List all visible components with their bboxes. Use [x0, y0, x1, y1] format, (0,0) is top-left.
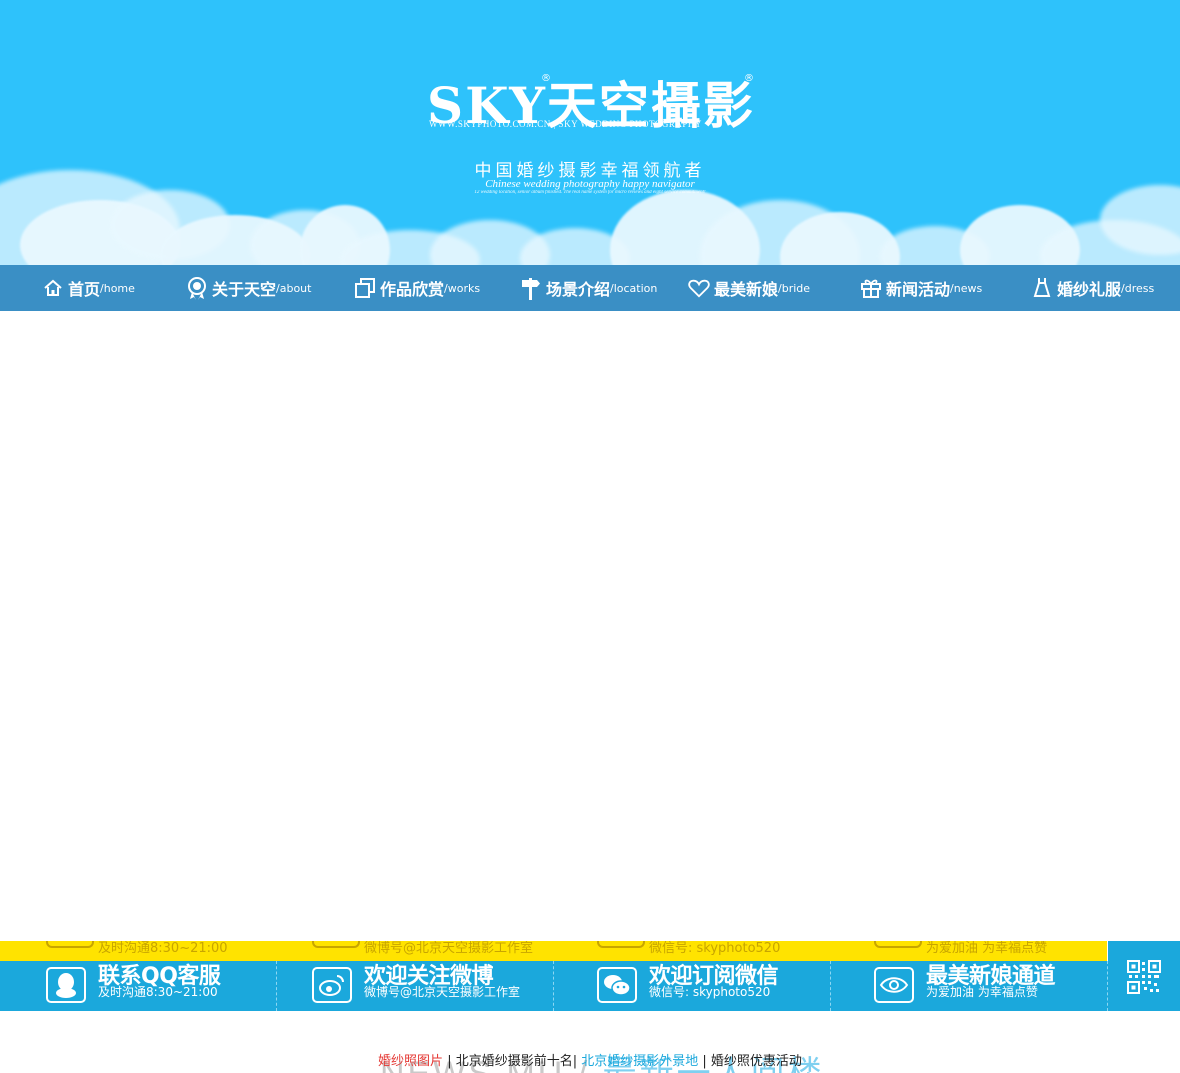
bottom-links: 婚纱照图片 | 北京婚纱摄影前十名| 北京婚纱摄影外景地 | 婚纱照优惠活动 — [0, 1050, 1180, 1069]
weibo-icon — [312, 967, 352, 1003]
header-banner: SKY天空攝影 WWW.SKYPHOTO.COM.CN | SKY WEDDIN… — [0, 0, 1180, 265]
registered-mark-icon: ® — [541, 73, 551, 84]
nav-label: 关于天空 — [212, 280, 277, 299]
nav-label-en: /dress — [1121, 281, 1155, 295]
home-icon — [42, 277, 64, 299]
gallery-icon — [354, 277, 376, 299]
slogan-tagline: 12 wedding location, senior album finish… — [474, 190, 706, 195]
separator: | — [698, 1054, 711, 1069]
slogan-english: Chinese wedding photography happy naviga… — [485, 178, 695, 190]
nav-label: 场景介绍 — [546, 280, 611, 299]
separator: | — [443, 1054, 456, 1069]
footer-subtitle: 微信号: skyphoto520 — [649, 985, 771, 999]
footer-bride-channel[interactable]: 最美新娘通道 为爱加油 为幸福点赞 — [831, 961, 1108, 1011]
footer-weibo[interactable]: 欢迎关注微博 微博号@北京天空摄影工作室 — [277, 961, 554, 1011]
gift-icon — [860, 277, 882, 299]
ghost-text: 微博号@北京天空摄影工作室 — [364, 941, 534, 956]
eye-icon — [874, 967, 914, 1003]
signpost-icon — [520, 277, 542, 300]
registered-mark-icon: ® — [744, 73, 754, 84]
wechat-icon — [597, 967, 637, 1003]
qq-icon — [46, 967, 86, 1003]
nav-label: 首页 — [68, 280, 101, 299]
footer-contact-bar: 联系QQ客服 及时沟通8:30~21:00 欢迎关注微博 微博号@北京天空摄影工… — [0, 961, 1180, 1011]
nav-item-works[interactable]: 作品欣赏 /works — [354, 265, 480, 311]
ghost-text: 为爱加油 为幸福点赞 — [926, 941, 1048, 956]
qr-code-icon — [1127, 960, 1161, 994]
nav-label: 最美新娘 — [714, 280, 779, 299]
nav-item-about[interactable]: 关于天空 /about — [186, 265, 311, 311]
nav-label: 作品欣赏 — [380, 280, 445, 299]
dress-icon — [1031, 277, 1053, 299]
link-wedding-photos[interactable]: 婚纱照图片 — [378, 1054, 443, 1069]
link-top-ten[interactable]: 北京婚纱摄影前十名 — [456, 1054, 573, 1069]
ghost-text: 及时沟通8:30~21:00 — [98, 941, 228, 956]
ghost-text: 微信号: skyphoto520 — [649, 941, 781, 956]
separator: | — [572, 1054, 582, 1069]
link-outdoor-locations[interactable]: 北京婚纱摄影外景地 — [581, 1054, 698, 1069]
ghost-icon — [46, 941, 94, 948]
ghost-icon — [312, 941, 360, 948]
nav-item-dress[interactable]: 婚纱礼服 /dress — [1031, 265, 1154, 311]
nav-label: 新闻活动 — [886, 280, 951, 299]
nav-label-en: /location — [610, 281, 658, 295]
nav-label: 婚纱礼服 — [1057, 280, 1122, 299]
footer-qq-service[interactable]: 联系QQ客服 及时沟通8:30~21:00 — [0, 961, 277, 1011]
link-promotions[interactable]: 婚纱照优惠活动 — [711, 1054, 802, 1069]
nav-label-en: /home — [100, 281, 135, 295]
ghost-icon — [597, 941, 645, 948]
nav-label-en: /bride — [778, 281, 811, 295]
nav-item-location[interactable]: 场景介绍 /location — [520, 265, 657, 311]
logo-subtitle: WWW.SKYPHOTO.COM.CN | SKY WEDDING PHOTOG… — [429, 119, 702, 129]
footer-wechat[interactable]: 欢迎订阅微信 微信号: skyphoto520 — [554, 961, 831, 1011]
nav-item-bride[interactable]: 最美新娘 /bride — [688, 265, 810, 311]
main-nav: 首页 /home 关于天空 /about 作品欣赏 /works 场景介绍 /l… — [0, 265, 1180, 311]
ghost-icon — [874, 941, 922, 948]
site-logo[interactable]: SKY天空攝影 WWW.SKYPHOTO.COM.CN | SKY WEDDIN… — [427, 66, 757, 136]
badge-icon — [186, 277, 208, 300]
nav-item-news[interactable]: 新闻活动 /news — [860, 265, 982, 311]
footer-subtitle: 为爱加油 为幸福点赞 — [926, 985, 1038, 999]
nav-label-en: /news — [950, 281, 983, 295]
footer-subtitle: 及时沟通8:30~21:00 — [98, 985, 218, 999]
bottom-links-area: NEWS MU / 最新一人阅楼 婚纱照图片 | 北京婚纱摄影前十名| 北京婚纱… — [0, 1048, 1180, 1073]
nav-label-en: /works — [444, 281, 481, 295]
footer-subtitle: 微博号@北京天空摄影工作室 — [364, 985, 521, 999]
qr-code-button[interactable] — [1108, 941, 1180, 1011]
heart-icon — [688, 277, 710, 299]
nav-label-en: /about — [276, 281, 312, 295]
nav-item-home[interactable]: 首页 /home — [42, 265, 135, 311]
